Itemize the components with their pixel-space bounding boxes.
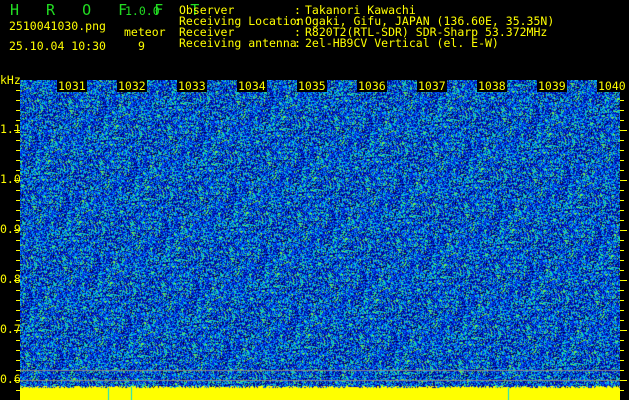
y-tick <box>620 100 624 101</box>
y-tick <box>620 110 624 111</box>
y-tick <box>620 340 624 341</box>
info-label: Receiving antenna <box>179 36 297 50</box>
y-tick <box>14 280 20 281</box>
y-tick <box>16 160 20 161</box>
y-tick <box>16 370 20 371</box>
y-tick <box>16 90 20 91</box>
y-tick-label: 1.1 <box>0 122 21 136</box>
y-tick <box>620 150 624 151</box>
y-tick <box>620 160 624 161</box>
y-tick <box>16 120 20 121</box>
x-tick-label: 1037 <box>417 79 447 93</box>
file-name: 2510041030.png <box>9 19 106 33</box>
y-tick <box>16 310 20 311</box>
x-tick-label: 1039 <box>537 79 567 93</box>
y-tick <box>620 180 627 181</box>
y-tick <box>16 150 20 151</box>
x-tick-label: 1034 <box>237 79 267 93</box>
y-tick <box>14 230 20 231</box>
y-tick <box>620 350 624 351</box>
y-tick <box>14 380 20 381</box>
y-tick <box>16 200 20 201</box>
spectrogram <box>20 80 620 400</box>
y-tick <box>620 240 624 241</box>
y-tick <box>16 290 20 291</box>
y-tick <box>16 270 20 271</box>
x-tick-label: 1033 <box>177 79 207 93</box>
file-datetime: 25.10.04 10:30 <box>9 39 106 53</box>
app-version: 1.0.0 <box>125 4 160 18</box>
y-tick <box>16 350 20 351</box>
y-tick <box>620 210 624 211</box>
x-tick-label: 1032 <box>117 79 147 93</box>
y-tick <box>620 120 624 121</box>
y-tick <box>620 250 624 251</box>
x-tick-label: 1036 <box>357 79 387 93</box>
x-tick-label: 1038 <box>477 79 507 93</box>
y-tick <box>16 190 20 191</box>
y-tick <box>620 220 624 221</box>
x-tick-label: 1035 <box>297 79 327 93</box>
y-tick <box>620 190 624 191</box>
x-tick-label: 1031 <box>57 79 87 93</box>
y-tick <box>620 130 627 131</box>
y-tick <box>620 380 627 381</box>
y-tick <box>16 300 20 301</box>
y-tick <box>16 340 20 341</box>
y-tick <box>14 180 20 181</box>
y-tick <box>620 370 624 371</box>
y-tick <box>620 170 624 171</box>
y-tick <box>620 260 624 261</box>
y-tick-label: 1.0 <box>0 172 21 186</box>
y-tick <box>16 100 20 101</box>
y-tick <box>16 220 20 221</box>
y-tick <box>620 310 624 311</box>
y-tick <box>16 240 20 241</box>
info-colon: : <box>294 36 301 50</box>
y-tick <box>16 250 20 251</box>
info-value: 2el-HB9CV Vertical (el. E-W) <box>305 36 499 50</box>
meteor-label: meteor <box>124 25 166 39</box>
y-tick-label: 0.9 <box>0 222 21 236</box>
y-tick <box>620 230 627 231</box>
y-tick <box>620 290 624 291</box>
y-tick <box>16 140 20 141</box>
y-tick <box>620 280 627 281</box>
y-tick <box>620 140 624 141</box>
y-tick <box>14 330 20 331</box>
y-tick-label: 0.6 <box>0 372 21 386</box>
y-tick <box>620 330 627 331</box>
y-tick <box>16 260 20 261</box>
y-axis-unit: kHz <box>0 73 21 87</box>
y-tick <box>620 360 624 361</box>
y-tick <box>16 210 20 211</box>
y-tick <box>16 170 20 171</box>
y-tick <box>620 300 624 301</box>
y-tick-label: 0.8 <box>0 272 21 286</box>
y-tick <box>620 200 624 201</box>
y-tick <box>620 320 624 321</box>
x-tick-label: 1040 <box>597 79 627 93</box>
y-tick-label: 0.7 <box>0 322 21 336</box>
y-tick <box>16 110 20 111</box>
y-tick <box>16 360 20 361</box>
y-tick <box>14 130 20 131</box>
y-tick <box>620 270 624 271</box>
y-tick <box>16 390 20 391</box>
y-tick <box>16 320 20 321</box>
y-tick <box>620 390 624 391</box>
meteor-count: 9 <box>138 39 145 53</box>
